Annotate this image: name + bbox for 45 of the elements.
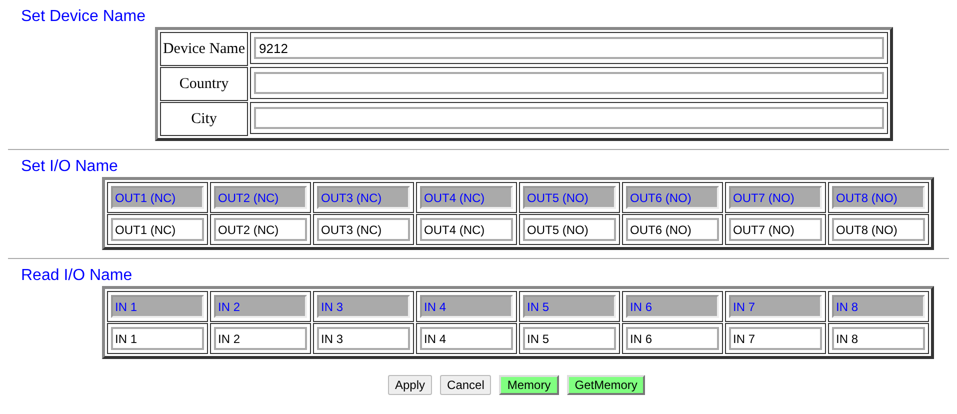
action-button[interactable]: Apply (388, 375, 432, 395)
input-field[interactable]: IN 3 (317, 327, 410, 350)
readonly-field[interactable]: IN 3 (317, 295, 410, 318)
readonly-field[interactable]: OUT5 (NO) (523, 186, 616, 209)
readonly-field[interactable]: OUT8 (NO) (832, 186, 925, 209)
input-field[interactable]: OUT4 (NC) (420, 218, 513, 241)
input-field[interactable]: IN 1 (111, 327, 204, 350)
section-heading: Set Device Name (21, 8, 146, 27)
input-field[interactable]: IN 5 (523, 327, 616, 350)
input-field[interactable]: IN 6 (626, 327, 719, 350)
input-field[interactable]: IN 7 (729, 327, 822, 350)
input-field[interactable]: OUT2 (NC) (214, 218, 307, 241)
field-label: City (160, 102, 248, 136)
section-heading: Read I/O Name (21, 267, 134, 286)
input-field[interactable]: OUT6 (NO) (626, 218, 719, 241)
input-field[interactable]: OUT8 (NO) (832, 218, 925, 241)
readonly-field[interactable]: OUT7 (NO) (729, 186, 822, 209)
readonly-field[interactable]: OUT6 (NO) (626, 186, 719, 209)
memory-button[interactable]: Memory (499, 375, 559, 395)
readonly-field[interactable]: IN 5 (523, 295, 616, 318)
input-field[interactable] (254, 72, 884, 94)
readonly-field[interactable]: IN 1 (111, 295, 204, 318)
readonly-field[interactable]: IN 4 (420, 295, 513, 318)
input-field[interactable] (254, 107, 884, 129)
readonly-field[interactable]: IN 6 (626, 295, 719, 318)
section-heading: Set I/O Name (21, 158, 119, 177)
readonly-field[interactable]: OUT4 (NC) (420, 186, 513, 209)
field-label: Device Name (160, 32, 248, 66)
readonly-field[interactable]: OUT1 (NC) (111, 186, 204, 209)
readonly-field[interactable]: IN 2 (214, 295, 307, 318)
readonly-field[interactable]: OUT3 (NC) (317, 186, 410, 209)
readonly-field[interactable]: IN 7 (729, 295, 822, 318)
input-field[interactable]: OUT1 (NC) (111, 218, 204, 241)
input-field[interactable]: OUT7 (NO) (729, 218, 822, 241)
action-button[interactable]: Cancel (440, 375, 492, 395)
field-label: Country (160, 67, 248, 101)
memory-button[interactable]: GetMemory (566, 375, 646, 395)
input-field[interactable]: 9212 (254, 37, 884, 59)
input-field[interactable]: OUT5 (NO) (523, 218, 616, 241)
input-field[interactable]: IN 8 (832, 327, 925, 350)
input-field[interactable]: IN 2 (214, 327, 307, 350)
input-field[interactable]: OUT3 (NC) (317, 218, 410, 241)
readonly-field[interactable]: OUT2 (NC) (214, 186, 307, 209)
input-field[interactable]: IN 4 (420, 327, 513, 350)
readonly-field[interactable]: IN 8 (832, 295, 925, 318)
